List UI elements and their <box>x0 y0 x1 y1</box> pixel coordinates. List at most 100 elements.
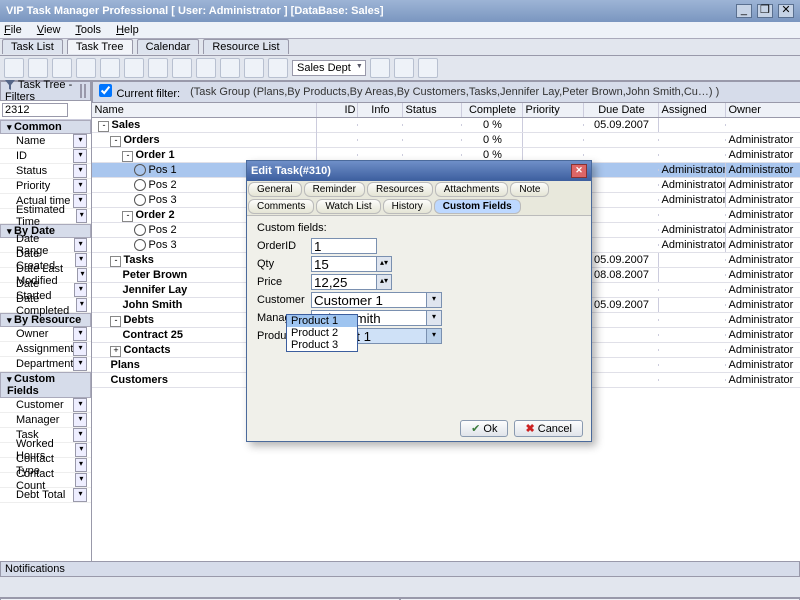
dialog-close-button[interactable]: ✕ <box>571 164 587 178</box>
filter-item-dropdown[interactable]: ▾ <box>73 327 87 341</box>
filter-item-dropdown[interactable]: ▾ <box>73 134 87 148</box>
dialog-tab[interactable]: General <box>248 182 302 197</box>
filter-item-dropdown[interactable]: ▾ <box>73 488 87 502</box>
cancel-button[interactable]: ✖ Cancel <box>514 420 583 437</box>
input-orderid[interactable] <box>311 238 377 254</box>
product-option-list[interactable]: Product 1Product 2Product 3 <box>286 314 358 352</box>
toolbar-btn-11[interactable] <box>244 58 264 78</box>
expander-icon[interactable]: - <box>122 151 133 162</box>
col-owner[interactable]: Owner <box>726 103 800 117</box>
filter-item-dropdown[interactable]: ▾ <box>75 458 88 472</box>
menu-tools[interactable]: Tools <box>75 24 101 36</box>
restore-button[interactable]: ❐ <box>757 4 773 18</box>
filter-item[interactable]: Department▾ <box>0 357 91 372</box>
col-assigned[interactable]: Assigned <box>659 103 726 117</box>
toolbar-btn-2[interactable] <box>28 58 48 78</box>
filter-item[interactable]: Manager▾ <box>0 413 91 428</box>
tab-task-tree[interactable]: Task Tree <box>67 39 133 54</box>
expander-icon[interactable]: + <box>110 346 121 357</box>
filter-item[interactable]: Contact Count▾ <box>0 473 91 488</box>
dialog-tab[interactable]: Attachments <box>435 182 509 197</box>
toolbar-btn-3[interactable] <box>52 58 72 78</box>
filter-item-dropdown[interactable]: ▾ <box>73 164 87 178</box>
filter-item-dropdown[interactable]: ▾ <box>73 357 87 371</box>
col-id[interactable]: ID <box>317 103 358 117</box>
filters-close-button[interactable] <box>84 84 86 98</box>
manager-dropdown[interactable]: ▾ <box>426 310 442 326</box>
menu-file[interactable]: FFileile <box>4 24 22 36</box>
toolbar-btn-12[interactable] <box>268 58 288 78</box>
product-option[interactable]: Product 1 <box>287 315 357 327</box>
dialog-tab[interactable]: Reminder <box>304 182 365 197</box>
tree-row[interactable]: -Sales0 %05.09.2007 <box>92 118 800 133</box>
input-price[interactable] <box>311 274 377 290</box>
col-status[interactable]: Status <box>403 103 462 117</box>
dialog-tab[interactable]: Note <box>510 182 549 197</box>
filter-item-dropdown[interactable]: ▾ <box>74 238 88 252</box>
product-option[interactable]: Product 3 <box>287 339 357 351</box>
input-qty[interactable] <box>311 256 377 272</box>
tab-resource-list[interactable]: Resource List <box>203 39 288 54</box>
filter-item[interactable]: Debt Total▾ <box>0 488 91 503</box>
product-option[interactable]: Product 2 <box>287 327 357 339</box>
filter-item-dropdown[interactable]: ▾ <box>75 473 87 487</box>
toolbar-btn-1[interactable] <box>4 58 24 78</box>
filter-item-dropdown[interactable]: ▾ <box>73 149 87 163</box>
toolbar-btn-15[interactable] <box>418 58 438 78</box>
dialog-tab[interactable]: History <box>383 199 432 214</box>
tab-calendar[interactable]: Calendar <box>137 39 200 54</box>
toolbar-btn-8[interactable] <box>172 58 192 78</box>
current-filter-check[interactable]: Current filter: <box>99 84 180 100</box>
expander-icon[interactable]: - <box>110 136 121 147</box>
toolbar-btn-13[interactable] <box>370 58 390 78</box>
filter-item-dropdown[interactable]: ▾ <box>76 298 87 312</box>
filter-item-dropdown[interactable]: ▾ <box>73 428 87 442</box>
dialog-title-bar[interactable]: Edit Task(#310) ✕ <box>247 161 591 181</box>
menu-view[interactable]: View <box>37 24 61 36</box>
product-dropdown[interactable]: ▾ <box>426 328 442 344</box>
filter-item[interactable]: Assignment▾ <box>0 342 91 357</box>
expander-icon[interactable]: - <box>110 316 121 327</box>
qty-spin[interactable]: ▴▾ <box>376 256 392 272</box>
menu-help[interactable]: Help <box>116 24 139 36</box>
tab-task-list[interactable]: Task List <box>2 39 63 54</box>
filter-item[interactable]: Priority▾ <box>0 179 91 194</box>
ok-button[interactable]: ✔ Ok <box>460 420 508 437</box>
col-name[interactable]: Name <box>92 103 317 117</box>
expander-icon[interactable]: - <box>122 211 133 222</box>
filter-item[interactable]: Owner▾ <box>0 327 91 342</box>
filter-group-common[interactable]: Common <box>0 120 91 134</box>
toolbar-btn-9[interactable] <box>196 58 216 78</box>
dialog-tab[interactable]: Custom Fields <box>434 199 521 214</box>
filter-item-dropdown[interactable]: ▾ <box>73 398 87 412</box>
filter-item[interactable]: Date Completed▾ <box>0 298 91 313</box>
filter-item-dropdown[interactable]: ▾ <box>75 443 87 457</box>
col-priority[interactable]: Priority <box>523 103 584 117</box>
toolbar-btn-10[interactable] <box>220 58 240 78</box>
filter-group-custom[interactable]: Custom Fields <box>0 372 91 398</box>
minimize-button[interactable]: _ <box>736 4 752 18</box>
tree-row[interactable]: -Orders0 %Administrator <box>92 133 800 148</box>
filter-item-dropdown[interactable]: ▾ <box>76 209 88 223</box>
dialog-tab[interactable]: Watch List <box>316 199 380 214</box>
toolbar-btn-5[interactable] <box>100 58 120 78</box>
dialog-tab[interactable]: Comments <box>248 199 314 214</box>
filter-item[interactable]: Estimated Time▾ <box>0 209 91 224</box>
filters-pin-button[interactable] <box>80 84 82 98</box>
col-complete[interactable]: Complete <box>462 103 523 117</box>
filter-item[interactable]: Name▾ <box>0 134 91 149</box>
dept-combo[interactable]: Sales Dept <box>292 60 366 76</box>
filter-item-dropdown[interactable]: ▾ <box>73 413 87 427</box>
filter-item[interactable]: ID▾ <box>0 149 91 164</box>
expander-icon[interactable]: - <box>110 256 121 267</box>
expander-icon[interactable]: - <box>98 121 109 132</box>
toolbar-btn-14[interactable] <box>394 58 414 78</box>
toolbar-btn-6[interactable] <box>124 58 144 78</box>
filter-item-dropdown[interactable]: ▾ <box>73 342 87 356</box>
filter-search-input[interactable] <box>2 103 68 117</box>
close-window-button[interactable]: ✕ <box>778 4 794 18</box>
input-customer[interactable] <box>311 292 427 308</box>
customer-dropdown[interactable]: ▾ <box>426 292 442 308</box>
price-spin[interactable]: ▴▾ <box>376 274 392 290</box>
filter-item[interactable]: Status▾ <box>0 164 91 179</box>
